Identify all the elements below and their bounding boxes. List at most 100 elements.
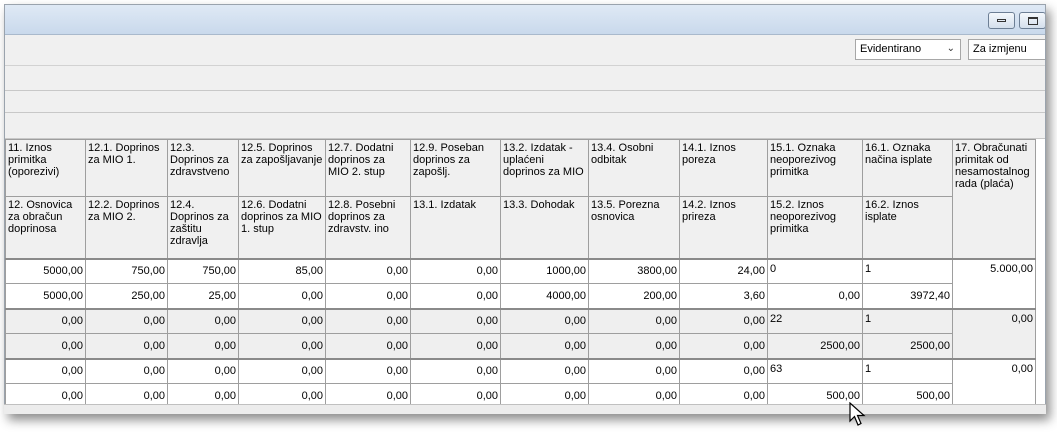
grid-cell[interactable]: 24,00 — [679, 257, 768, 284]
column-header: 16.1. Oznaka načina isplate — [862, 139, 953, 197]
column-header: 15.1. Oznaka neoporezivog primitka — [767, 139, 863, 197]
grid-cell[interactable]: 0,00 — [85, 357, 168, 384]
grid-cell[interactable]: 2500,00 — [767, 333, 863, 359]
filter-band — [5, 66, 1045, 91]
grid-cell[interactable]: 3800,00 — [588, 257, 680, 284]
data-grid[interactable]: 11. Iznos primitka (oporezivi) 12.1. Dopr… — [5, 139, 1045, 409]
maximize-button[interactable] — [1019, 12, 1045, 29]
column-header: 17. Obračunati primitak od nesamostalnog… — [952, 139, 1036, 259]
grid-cell[interactable]: 0,00 — [85, 333, 168, 359]
status-select[interactable]: Evidentirano ⌄ — [855, 39, 961, 60]
grid-cell[interactable]: 0,00 — [588, 333, 680, 359]
grid-cell[interactable]: 0,00 — [410, 257, 501, 284]
grid-cell[interactable]: 0,00 — [679, 357, 768, 384]
grid-cell[interactable]: 0,00 — [85, 307, 168, 334]
app-window: Evidentirano ⌄ Za izmjenu 11. Iznos prim… — [4, 4, 1046, 414]
grid-cell[interactable]: 4000,00 — [500, 283, 589, 309]
grid-cell[interactable]: 0,00 — [588, 307, 680, 334]
grid-cell[interactable]: 0,00 — [167, 333, 239, 359]
grid-cell[interactable]: 0,00 — [325, 257, 411, 284]
grid-cell[interactable]: 750,00 — [167, 257, 239, 284]
chevron-down-icon[interactable]: ⌄ — [947, 43, 955, 54]
title-bar — [5, 5, 1045, 35]
grid-cell[interactable]: 0,00 — [500, 357, 589, 384]
grid-cell[interactable]: 0,00 — [500, 333, 589, 359]
column-header: 12.5. Doprinos za zapošljavanje — [238, 139, 326, 197]
grid-cell-total[interactable]: 5.000,00 — [952, 257, 1036, 309]
grid-cell[interactable]: 22 — [767, 307, 863, 334]
grid-cell[interactable]: 1000,00 — [500, 257, 589, 284]
column-header: 12.8. Posebni doprinos za zdravstv. ino — [325, 196, 411, 259]
column-header: 12.7. Dodatni doprinos za MIO 2. stup — [325, 139, 411, 197]
status-select-value: Evidentirano — [860, 43, 922, 55]
grid-cell[interactable]: 0,00 — [167, 357, 239, 384]
column-header: 11. Iznos primitka (oporezivi) — [5, 139, 86, 197]
minimize-icon — [997, 19, 1006, 22]
grid-cell[interactable]: 1 — [862, 307, 953, 334]
grid-cell[interactable]: 0,00 — [325, 357, 411, 384]
grid-cell-total[interactable]: 0,00 — [952, 307, 1036, 359]
grid-caption-band — [5, 113, 1045, 139]
column-header: 13.3. Dohodak — [500, 196, 589, 259]
grid-cell[interactable]: 0,00 — [5, 357, 86, 384]
grid-cell[interactable]: 200,00 — [588, 283, 680, 309]
grid-cell[interactable]: 0 — [767, 257, 863, 284]
grid-cell[interactable]: 5000,00 — [5, 257, 86, 284]
grid-cell[interactable]: 0,00 — [500, 307, 589, 334]
grid-cell[interactable]: 85,00 — [238, 257, 326, 284]
grid-cell[interactable]: 0,00 — [325, 333, 411, 359]
grid-cell[interactable]: 25,00 — [167, 283, 239, 309]
column-header: 13.4. Osobni odbitak — [588, 139, 680, 197]
toolbar: Evidentirano ⌄ Za izmjenu — [5, 35, 1045, 66]
grid-cell[interactable]: 2500,00 — [862, 333, 953, 359]
column-header: 14.2. Iznos prireza — [679, 196, 768, 259]
group-band — [5, 91, 1045, 113]
column-header: 14.1. Iznos poreza — [679, 139, 768, 197]
grid-cell[interactable]: 0,00 — [5, 333, 86, 359]
column-header: 13.5. Porezna osnovica — [588, 196, 680, 259]
grid-cell[interactable]: 0,00 — [588, 357, 680, 384]
minimize-button[interactable] — [988, 12, 1015, 29]
grid-cell-total[interactable]: 0,00 — [952, 357, 1036, 409]
grid-cell[interactable]: 750,00 — [85, 257, 168, 284]
column-header: 12.6. Dodatni doprinos za MIO 1. stup — [238, 196, 326, 259]
grid-cell[interactable]: 250,00 — [85, 283, 168, 309]
grid-cell[interactable]: 0,00 — [238, 333, 326, 359]
grid-table: 11. Iznos primitka (oporezivi) 12.1. Dopr… — [5, 139, 1036, 409]
grid-cell[interactable]: 1 — [862, 257, 953, 284]
column-header: 13.1. Izdatak — [410, 196, 501, 259]
maximize-icon — [1027, 16, 1038, 25]
grid-cell[interactable]: 0,00 — [238, 357, 326, 384]
grid-cell[interactable]: 0,00 — [410, 283, 501, 309]
grid-cell[interactable]: 63 — [767, 357, 863, 384]
column-header: 12.9. Poseban doprinos za zapošlj. — [410, 139, 501, 197]
grid-cell[interactable]: 0,00 — [167, 307, 239, 334]
grid-cell[interactable]: 0,00 — [679, 333, 768, 359]
grid-cell[interactable]: 0,00 — [238, 283, 326, 309]
grid-cell[interactable]: 0,00 — [238, 307, 326, 334]
action-select[interactable]: Za izmjenu — [968, 39, 1045, 60]
grid-cell[interactable]: 0,00 — [325, 307, 411, 334]
grid-cell[interactable]: 3972,40 — [862, 283, 953, 309]
grid-cell[interactable]: 0,00 — [410, 307, 501, 334]
action-select-value: Za izmjenu — [973, 43, 1027, 55]
grid-cell[interactable]: 0,00 — [410, 357, 501, 384]
column-header: 13.2. Izdatak - uplaćeni doprinos za MIO — [500, 139, 589, 197]
column-header: 16.2. Iznos isplate — [862, 196, 953, 259]
grid-cell[interactable]: 0,00 — [325, 283, 411, 309]
grid-cell[interactable]: 0,00 — [679, 307, 768, 334]
grid-cell[interactable]: 5000,00 — [5, 283, 86, 309]
grid-cell[interactable]: 0,00 — [5, 307, 86, 334]
grid-cell[interactable]: 0,00 — [767, 283, 863, 309]
grid-cell[interactable]: 1 — [862, 357, 953, 384]
column-header: 12.1. Doprinos za MIO 1. — [85, 139, 168, 197]
column-header: 12.3. Doprinos za zdravstveno — [167, 139, 239, 197]
grid-cell[interactable]: 3,60 — [679, 283, 768, 309]
window-bottom-edge — [4, 404, 1046, 414]
column-header: 12. Osnovica za obračun doprinosa — [5, 196, 86, 259]
grid-cell[interactable]: 0,00 — [410, 333, 501, 359]
column-header: 12.4. Doprinos za zaštitu zdravlja — [167, 196, 239, 259]
column-header: 15.2. Iznos neoporezivog primitka — [767, 196, 863, 259]
column-header: 12.2. Doprinos za MIO 2. — [85, 196, 168, 259]
mouse-cursor-icon — [849, 402, 866, 426]
